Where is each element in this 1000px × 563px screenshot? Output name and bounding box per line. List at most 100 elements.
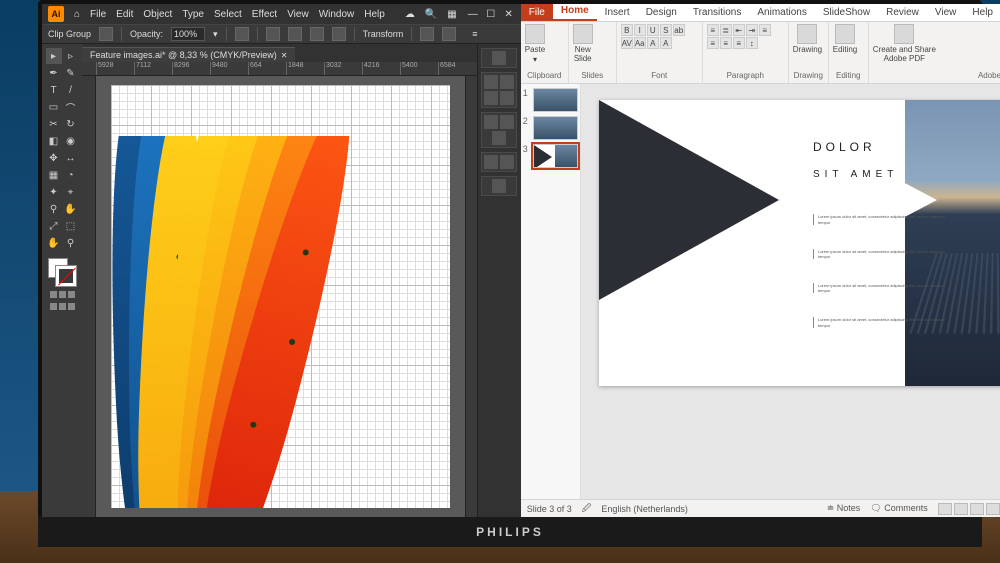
slide-title[interactable]: DOLOR — [813, 140, 876, 154]
new-slide-button[interactable]: New Slide — [573, 24, 593, 63]
paintbrush-tool[interactable]: ⌒ — [63, 99, 79, 115]
arrange-documents-icon[interactable]: ▦ — [447, 9, 456, 20]
transform-label[interactable]: Transform — [363, 29, 404, 39]
scale-tool[interactable]: ◧ — [46, 133, 62, 149]
increase-indent-button[interactable]: ⇥ — [746, 24, 758, 36]
tab-review[interactable]: Review — [878, 4, 927, 21]
cloud-sync-icon[interactable]: ☁ — [405, 9, 415, 20]
pen-tool[interactable]: ✒ — [46, 65, 62, 81]
direct-selection-tool[interactable]: ▹ — [63, 48, 79, 64]
placed-image-feathers[interactable] — [111, 136, 376, 509]
type-tool[interactable]: T — [46, 82, 62, 98]
opacity-dropdown-icon[interactable]: ▾ — [213, 29, 218, 40]
body-text-2[interactable]: Lorem ipsum dolor sit amet, consectetur … — [813, 249, 945, 259]
menu-window[interactable]: Window — [319, 9, 355, 20]
libraries-panel-icon[interactable] — [492, 179, 506, 193]
eyedropper-tool[interactable]: ⌖ — [63, 184, 79, 200]
menu-help[interactable]: Help — [364, 9, 385, 20]
tab-slideshow[interactable]: SlideShow — [815, 4, 878, 21]
normal-view-button[interactable] — [938, 503, 952, 515]
fill-swatch-icon[interactable] — [99, 27, 113, 41]
font-size-increase-button[interactable]: A — [647, 37, 659, 49]
slice-tool[interactable]: ⬚ — [63, 218, 79, 234]
tab-animations[interactable]: Animations — [749, 4, 814, 21]
properties-panel-icon[interactable] — [492, 51, 506, 65]
tab-insert[interactable]: Insert — [597, 4, 638, 21]
underline-button[interactable]: U — [647, 24, 659, 36]
swatches-panel-icon[interactable] — [500, 75, 514, 89]
slide-thumb-1[interactable] — [533, 88, 578, 112]
document-tab[interactable]: Feature images.ai* @ 8,33 % (CMYK/Previe… — [82, 47, 295, 62]
tab-file[interactable]: File — [521, 4, 553, 21]
char-spacing-button[interactable]: AV — [621, 37, 633, 49]
tab-view[interactable]: View — [927, 4, 965, 21]
minimize-button[interactable]: — — [467, 8, 479, 20]
appearance-panel-icon[interactable] — [484, 155, 498, 169]
vertical-scrollbar[interactable] — [465, 76, 477, 517]
comments-button[interactable]: 🗨 Comments — [870, 503, 927, 514]
body-text-3[interactable]: Lorem ipsum dolor sit amet, consectetur … — [813, 283, 945, 293]
paste-button[interactable]: Paste▾ — [525, 24, 545, 64]
symbols-panel-icon[interactable] — [500, 91, 514, 105]
slide-editor-stage[interactable]: DOLOR SIT AMET Lorem ipsum dolor sit ame… — [581, 84, 1000, 499]
gradient-panel-icon[interactable] — [500, 115, 514, 129]
brushes-panel-icon[interactable] — [484, 91, 498, 105]
create-pdf-button[interactable]: Create and Share Adobe PDF — [873, 24, 936, 63]
line-spacing-button[interactable]: ↕ — [746, 37, 758, 49]
language-indicator[interactable]: English (Netherlands) — [601, 504, 688, 514]
screen-mode-icons[interactable] — [50, 303, 75, 310]
spellcheck-icon[interactable]: 🖉 — [582, 501, 592, 517]
color-panel-icon[interactable] — [484, 75, 498, 89]
home-icon[interactable]: ⌂ — [74, 9, 80, 20]
menu-select[interactable]: Select — [214, 9, 242, 20]
isolate-mask-icon[interactable] — [420, 27, 434, 41]
dark-triangle-shape[interactable] — [599, 100, 779, 300]
align-right-button[interactable]: ≡ — [720, 37, 732, 49]
slideshow-view-button[interactable] — [986, 503, 1000, 515]
artboard[interactable] — [111, 85, 450, 508]
body-text-4[interactable]: Lorem ipsum dolor sit amet, consectetur … — [813, 317, 945, 327]
justify-button[interactable]: ≡ — [733, 37, 745, 49]
opacity-input[interactable] — [171, 27, 205, 41]
reading-view-button[interactable] — [970, 503, 984, 515]
align-right-icon[interactable] — [310, 27, 324, 41]
font-color-button[interactable]: A — [660, 37, 672, 49]
control-menu-icon[interactable]: ≡ — [472, 29, 477, 39]
menu-edit[interactable]: Edit — [116, 9, 133, 20]
slide-subtitle[interactable]: SIT AMET — [813, 169, 898, 180]
bullets-button[interactable]: ≡ — [707, 24, 719, 36]
sorter-view-button[interactable] — [954, 503, 968, 515]
slide-thumb-2[interactable] — [533, 116, 578, 140]
mesh-tool[interactable]: ◔ — [63, 167, 79, 183]
body-text-1[interactable]: Lorem ipsum dolor sit amet, consectetur … — [813, 214, 945, 224]
italic-button[interactable]: I — [634, 24, 646, 36]
fill-stroke-swatch[interactable] — [48, 258, 76, 286]
layers-panel-icon[interactable] — [500, 155, 514, 169]
blend-tool[interactable]: ⚲ — [46, 201, 62, 217]
crop-image-icon[interactable] — [442, 27, 456, 41]
recolor-artwork-icon[interactable] — [235, 27, 249, 41]
menu-type[interactable]: Type — [182, 9, 204, 20]
color-mode-icons[interactable] — [50, 291, 75, 298]
align-center-button[interactable]: ≡ — [707, 37, 719, 49]
transparency-panel-icon[interactable] — [492, 131, 506, 145]
artboard-tool[interactable]: ⤢ — [46, 218, 62, 234]
menu-object[interactable]: Object — [143, 9, 172, 20]
menu-file[interactable]: File — [90, 9, 106, 20]
rotate-tool[interactable]: ↻ — [63, 116, 79, 132]
free-transform-tool[interactable]: ✥ — [46, 150, 62, 166]
change-case-button[interactable]: Aa — [634, 37, 646, 49]
drawing-button[interactable]: Drawing — [793, 24, 822, 54]
current-slide[interactable]: DOLOR SIT AMET Lorem ipsum dolor sit ame… — [599, 100, 1000, 386]
curvature-tool[interactable]: ✎ — [63, 65, 79, 81]
hand-tool[interactable]: ✋ — [46, 235, 62, 251]
canvas-pasteboard[interactable] — [96, 76, 465, 517]
width-tool[interactable]: ◉ — [63, 133, 79, 149]
stroke-panel-icon[interactable] — [484, 115, 498, 129]
tab-home[interactable]: Home — [553, 2, 597, 21]
notes-button[interactable]: ≐ Notes — [827, 503, 861, 514]
selection-tool[interactable]: ▸ — [46, 48, 62, 64]
align-left-icon[interactable] — [266, 27, 280, 41]
symbol-sprayer-tool[interactable]: ✋ — [63, 201, 79, 217]
align-left-button[interactable]: ≡ — [759, 24, 771, 36]
